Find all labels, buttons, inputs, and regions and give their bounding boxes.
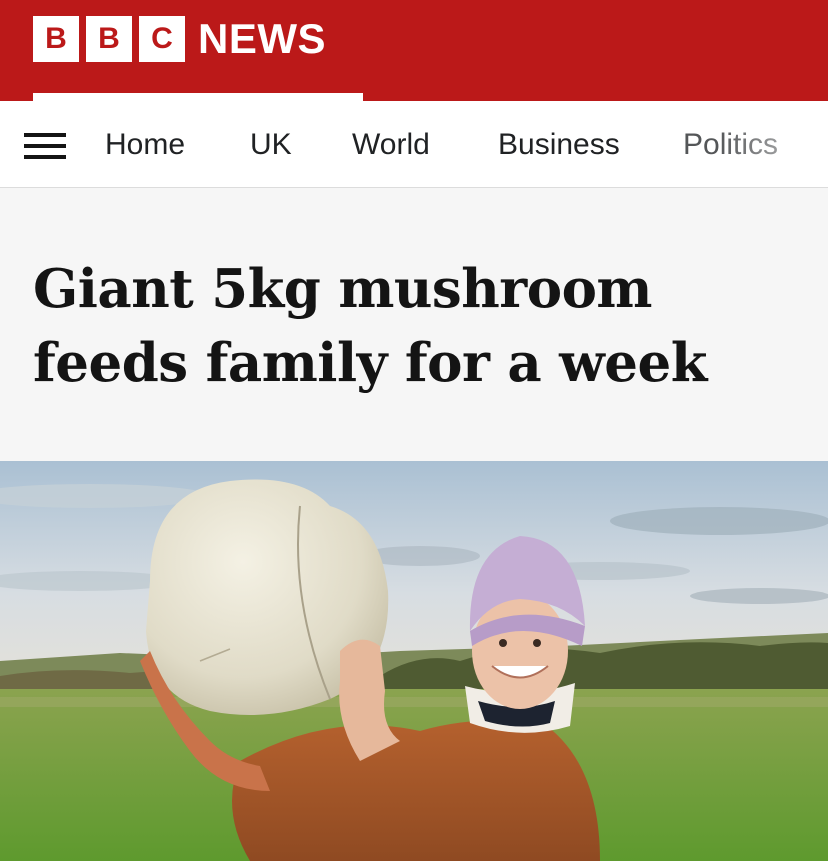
logo-letter-c: C [139, 16, 185, 62]
bbc-news-logo[interactable]: B B C NEWS [33, 15, 326, 63]
headline-line-2: feeds family for a week [33, 332, 707, 394]
logo-word-news: NEWS [198, 15, 326, 62]
nav-item-uk[interactable]: UK [250, 127, 292, 163]
hero-photo-illustration [0, 461, 828, 861]
hero-image [0, 461, 828, 861]
article-headline[interactable]: Giant 5kg mushroom feeds family for a we… [33, 252, 803, 400]
nav-overflow-fade [718, 101, 828, 187]
navigation-bar: Home UK World Business Politics [0, 101, 828, 188]
logo-letter-b1: B [33, 16, 79, 62]
masthead: B B C NEWS [0, 0, 828, 101]
nav-item-business[interactable]: Business [498, 127, 620, 163]
nav-item-world[interactable]: World [352, 127, 430, 163]
nav-item-home[interactable]: Home [105, 127, 185, 163]
logo-letter-b2: B [86, 16, 132, 62]
headline-line-1: Giant 5kg mushroom [33, 258, 653, 320]
headline-area: Giant 5kg mushroom feeds family for a we… [0, 188, 828, 461]
active-section-indicator [33, 93, 363, 101]
hamburger-menu-icon[interactable] [24, 133, 66, 159]
